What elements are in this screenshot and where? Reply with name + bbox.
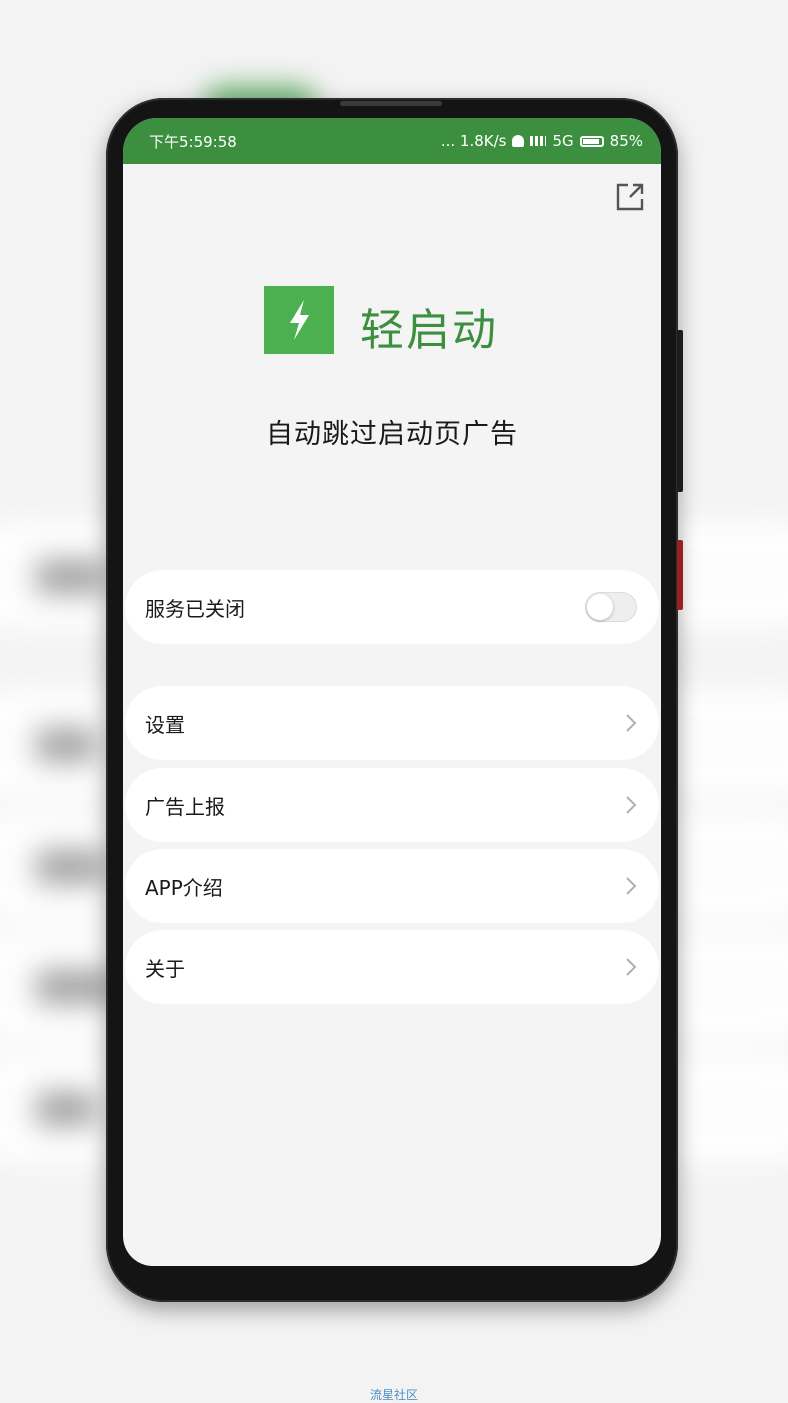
share-icon[interactable] xyxy=(615,182,645,212)
service-status-label: 服务已关闭 xyxy=(145,596,245,621)
app-tagline: 自动跳过启动页广告 xyxy=(266,419,518,450)
service-toggle[interactable] xyxy=(585,592,637,622)
service-toggle-row[interactable]: 服务已关闭 xyxy=(125,570,659,644)
menu-item-label: 广告上报 xyxy=(145,794,225,819)
menu-item-ad-report[interactable]: 广告上报 xyxy=(125,768,659,842)
status-time: 下午5:59:58 xyxy=(149,132,237,151)
chevron-right-icon xyxy=(626,714,637,732)
phone-power-button xyxy=(677,540,683,610)
signal-icon xyxy=(530,136,547,146)
chevron-right-icon xyxy=(626,877,637,895)
network-type: 5G xyxy=(552,132,574,150)
battery-level: 85% xyxy=(609,132,643,150)
watermark: 流星社区 xyxy=(369,1388,418,1402)
lightning-icon xyxy=(290,300,309,340)
phone-speaker xyxy=(340,101,442,106)
battery-icon xyxy=(579,135,604,147)
menu-item-label: 关于 xyxy=(145,956,185,981)
chevron-right-icon xyxy=(626,958,637,976)
menu-item-app-intro[interactable]: APP介绍 xyxy=(125,849,659,923)
menu-item-label: APP介绍 xyxy=(145,875,223,900)
status-bar: 下午5:59:58 ... 1.8K/s 5G 85% xyxy=(123,118,661,164)
app-name: 轻启动 xyxy=(360,305,498,356)
menu-item-label: 设置 xyxy=(145,712,185,737)
network-speed: ... 1.8K/s xyxy=(440,132,507,150)
menu-item-settings[interactable]: 设置 xyxy=(125,686,659,760)
notification-icon xyxy=(512,135,525,147)
chevron-right-icon xyxy=(626,796,637,814)
phone-volume-button xyxy=(677,330,683,492)
app-logo xyxy=(264,286,334,354)
toggle-knob xyxy=(587,594,613,620)
menu-item-about[interactable]: 关于 xyxy=(125,930,659,1004)
app-screen: 下午5:59:58 ... 1.8K/s 5G 85% 轻启动 自动跳过启动页广… xyxy=(123,118,661,1266)
